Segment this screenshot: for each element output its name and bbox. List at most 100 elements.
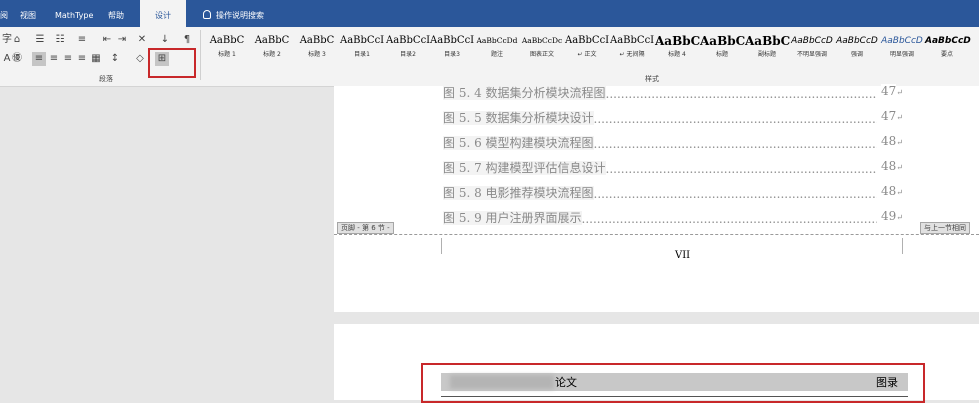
toc-entry[interactable]: 图 5. 6 模型构建模块流程图........................… <box>443 134 903 151</box>
style-item[interactable]: AaBbCcDc 图表正文 <box>520 32 564 70</box>
toc-leader: ........................................… <box>605 87 877 101</box>
multilevel-list-icon[interactable]: ≡ <box>75 33 89 47</box>
highlight-box-borders <box>148 48 196 78</box>
style-name: 图表正文 <box>529 51 554 58</box>
style-preview: AaBbCcDd <box>476 36 518 45</box>
style-name: 标题 3 <box>308 51 326 58</box>
lightbulb-icon <box>203 10 211 19</box>
align-right-icon[interactable]: ≡ <box>61 52 75 66</box>
align-center-icon[interactable]: ≡ <box>47 52 61 66</box>
toc-page-number: 48↵ <box>881 184 903 198</box>
toc-entry[interactable]: 图 5. 7 构建模型评估信息设计.......................… <box>443 159 903 176</box>
style-item[interactable]: AaBbC 标题 1 <box>205 32 249 70</box>
numbering-icon[interactable]: ☷ <box>53 33 67 47</box>
style-name: 不明显强调 <box>796 51 827 58</box>
style-preview: AaBbC <box>700 34 746 48</box>
sort-icon[interactable]: ↓ <box>158 33 172 47</box>
style-item[interactable]: AaBbCcI 目录2 <box>386 32 430 70</box>
style-item[interactable]: AaBbC 标题 2 <box>250 32 294 70</box>
tell-me-search[interactable]: 操作说明搜索 <box>203 0 264 27</box>
toc-label: 图 5. 5 数据集分析模块设计 <box>443 111 594 125</box>
style-name: 明显强调 <box>889 51 914 58</box>
toc-page-number: 49↵ <box>881 209 903 223</box>
margin-mark <box>441 238 442 254</box>
style-preview: AaBbCcD <box>791 36 833 46</box>
style-preview: AaBbCcDc <box>521 36 563 45</box>
paragraph-mark-icon: ↵ <box>896 138 903 147</box>
style-item[interactable]: AaBbCcD 要点 <box>925 32 971 70</box>
toc-page-value: 49 <box>881 209 897 223</box>
style-preview: AaBbCcI <box>565 35 610 46</box>
increase-indent-icon[interactable]: ⇥ <box>115 33 129 47</box>
style-preview: AaBbCcI <box>340 35 385 46</box>
paragraph-mark-icon: ↵ <box>896 163 903 172</box>
toc-leader: ........................................… <box>593 137 877 151</box>
style-item[interactable]: AaBbCcI ↵ 无间隔 <box>610 32 654 70</box>
style-item[interactable]: AaBbCcDd 题注 <box>475 32 519 70</box>
phonetic-icon[interactable]: ⌂ <box>10 33 24 47</box>
menu-review[interactable]: 阅 <box>0 0 8 27</box>
bullets-icon[interactable]: ☰ <box>33 33 47 47</box>
style-name: ↵ 无间隔 <box>619 51 645 58</box>
footer-section-tag: 页脚 - 第 6 节 - <box>337 222 394 234</box>
style-item[interactable]: AaBbCcD 不明显强调 <box>790 32 834 70</box>
toc-page-value: 48 <box>881 159 897 173</box>
toc-leader: ........................................… <box>605 162 877 176</box>
toc-leader: ........................................… <box>593 112 877 126</box>
chinese-layout-icon[interactable]: ✕ <box>135 33 149 47</box>
style-name: ↵ 正文 <box>577 51 597 58</box>
style-preview: AaBbCcD <box>881 36 923 46</box>
style-item[interactable]: AaBbCcI ↵ 正文 <box>565 32 609 70</box>
toc-entry[interactable]: 图 5. 9 用户注册界面展示.........................… <box>443 209 903 226</box>
distributed-icon[interactable]: ▦ <box>89 52 103 66</box>
style-preview: A <box>970 32 979 50</box>
shading-icon[interactable]: ◇ <box>133 52 147 66</box>
style-item[interactable]: AaBbC 副标题 <box>745 32 790 70</box>
justify-icon[interactable]: ≡ <box>75 52 89 66</box>
style-item[interactable]: AaBbCcI 目录1 <box>340 32 384 70</box>
menu-design[interactable]: 设计 <box>140 0 186 27</box>
decrease-indent-icon[interactable]: ⇤ <box>100 33 114 47</box>
paragraph-mark-icon: ↵ <box>896 88 903 97</box>
style-item[interactable]: AaBbC 标题 <box>700 32 746 70</box>
tell-me-label: 操作说明搜索 <box>216 11 264 20</box>
style-name: 要点 <box>940 51 953 58</box>
menu-view[interactable]: 视图 <box>20 0 36 27</box>
paragraph-group-label: 段落 <box>99 75 113 83</box>
same-as-previous-tag: 与上一节相同 <box>920 222 970 234</box>
style-preview: AaBbCcI <box>386 35 431 46</box>
toc-label: 图 5. 9 用户注册界面展示 <box>443 211 582 225</box>
line-spacing-icon[interactable]: ↕ <box>108 52 122 66</box>
style-item[interactable]: AaBbC 标题 4 <box>655 32 700 70</box>
toc-entry[interactable]: 图 5. 4 数据集分析模块流程图.......................… <box>443 84 903 101</box>
style-preview: AaBbC <box>254 35 290 46</box>
style-name: 强调 <box>850 51 863 58</box>
show-marks-icon[interactable]: ¶ <box>180 33 194 47</box>
style-name: 题注 <box>490 51 503 58</box>
style-preview: AaBbCcD <box>925 36 971 46</box>
style-name: 目录2 <box>400 51 416 58</box>
style-item[interactable]: AaBbCcD 明显强调 <box>880 32 924 70</box>
style-name: 目录3 <box>444 51 460 58</box>
style-preview: AaBbCcI <box>610 35 655 46</box>
toc-entry[interactable]: 图 5. 5 数据集分析模块设计........................… <box>443 109 903 126</box>
menu-mathtype[interactable]: MathType <box>55 0 93 27</box>
style-item[interactable]: AaBbCcD 强调 <box>835 32 879 70</box>
style-item[interactable]: AaBbC 标题 3 <box>295 32 339 70</box>
style-name: 标题 1 <box>218 51 236 58</box>
style-preview: AaBbC <box>209 35 245 46</box>
style-preview: AaBbCcD <box>836 36 878 46</box>
enclose-char-icon[interactable]: ㊝ <box>10 52 24 66</box>
toc-entry[interactable]: 图 5. 8 电影推荐模块流程图........................… <box>443 184 903 201</box>
menu-help[interactable]: 帮助 <box>108 0 124 27</box>
toc-page-number: 48↵ <box>881 134 903 148</box>
toc-page-number: 47↵ <box>881 109 903 123</box>
group-divider <box>200 30 201 80</box>
paragraph-mark-icon: ↵ <box>896 188 903 197</box>
toc-label: 图 5. 4 数据集分析模块流程图 <box>443 86 606 100</box>
toc-page-value: 48 <box>881 134 897 148</box>
style-item[interactable]: AaBbCcI 目录3 <box>430 32 474 70</box>
highlight-box-header <box>421 363 925 403</box>
align-left-icon[interactable]: ≡ <box>32 52 46 66</box>
style-item[interactable]: A <box>970 32 979 70</box>
